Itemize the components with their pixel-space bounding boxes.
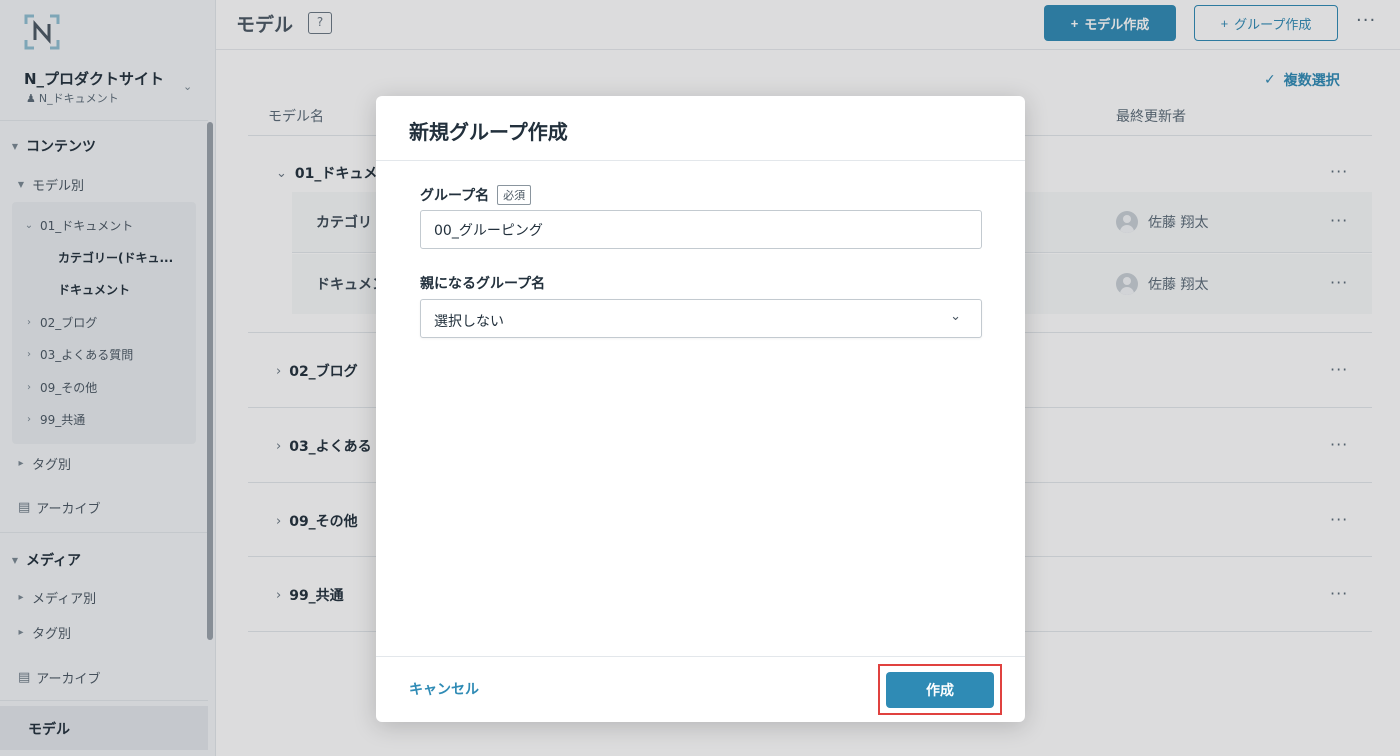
group-name-input[interactable] (420, 210, 982, 249)
parent-group-select[interactable]: 選択しない ⌄ (420, 299, 982, 338)
divider (376, 160, 1025, 161)
modal-title: 新規グループ作成 (409, 120, 568, 144)
group-name-label: グループ名 (420, 188, 490, 204)
create-button[interactable]: 作成 (886, 672, 994, 708)
required-badge: 必須 (497, 185, 532, 205)
chevron-down-icon: ⌄ (950, 309, 961, 324)
parent-group-label: 親になるグループ名 (420, 276, 546, 292)
divider (376, 656, 1025, 657)
select-value: 選択しない (434, 314, 504, 330)
group-name-label-row: グループ名 必須 (420, 185, 532, 205)
create-button-highlight: 作成 (878, 664, 1002, 715)
new-group-modal: 新規グループ作成 グループ名 必須 親になるグループ名 選択しない ⌄ キャンセ… (376, 96, 1025, 722)
cancel-button[interactable]: キャンセル (409, 679, 479, 699)
